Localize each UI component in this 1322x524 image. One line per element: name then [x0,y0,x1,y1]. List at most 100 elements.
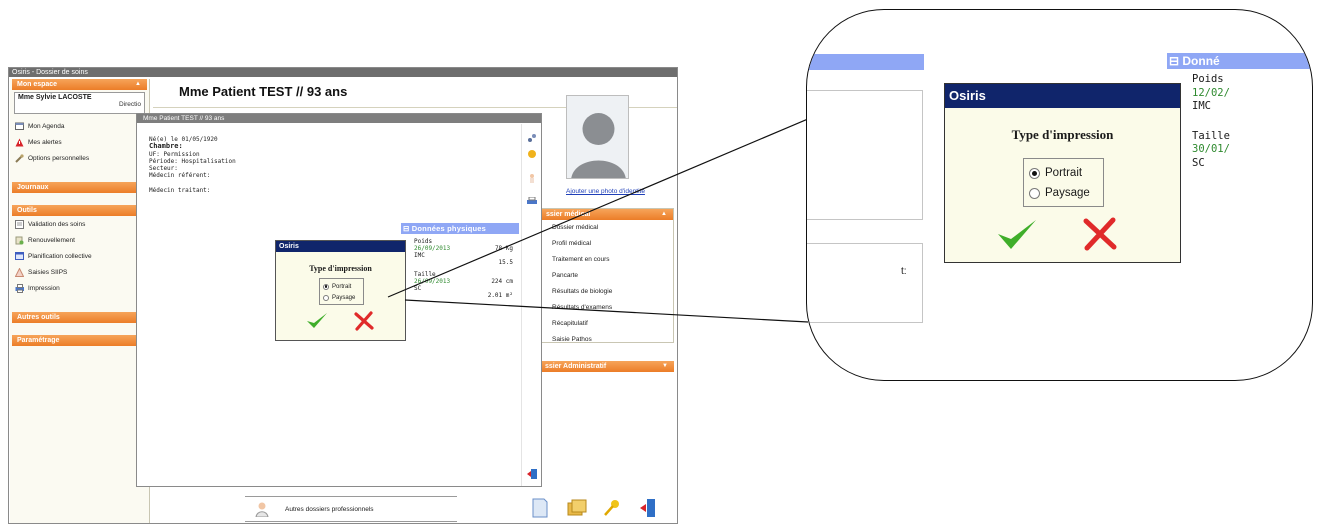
section-label: Outils [17,207,37,214]
menu-item[interactable]: Dossier médical [540,220,673,236]
menu-item[interactable]: Résultats d'examens [540,300,673,316]
zoom-poids-date: 12/02/ [1192,86,1230,99]
sidebar-item-validation[interactable]: Validation des soins [10,216,149,232]
sidebar-item-renouvellement[interactable]: Renouvellement [10,232,149,248]
sidebar-item-impression[interactable]: Impression [10,280,149,296]
sidebar-item-label: Options personnelles [28,154,90,162]
sidebar-item-options[interactable]: Options personnelles [10,150,149,166]
print-type-dialog: Osiris Type d'impression Portrait Paysag… [275,240,406,341]
section-label: Autres outils [17,314,60,321]
sidebar-section-outils[interactable]: Outils [12,205,147,216]
sidebar-section-journaux[interactable]: Journaux [12,182,147,193]
periode-label: Période: Hospitalisation [149,157,236,165]
radio-label: Portrait [1045,167,1083,179]
donnees-physiques-header[interactable]: ⊟ Données physiques [401,223,519,234]
zoom-imc-label: IMC [1192,100,1211,112]
sidebar-item-planification[interactable]: Planification collective [10,248,149,264]
menu-item[interactable]: Pancarte [540,268,673,284]
add-photo-link[interactable]: Ajouter une photo d'identité [566,188,645,195]
taille-value: 224 cm [491,278,513,285]
siips-icon [15,267,24,277]
dialog-heading: Type d'impression [309,264,372,273]
panel-title: Donné [1182,54,1220,68]
menu-item[interactable]: Saisie Pathos [540,332,673,348]
zoom-taille-date: 30/01/ [1192,143,1230,155]
exit-door-icon[interactable] [527,466,537,479]
imc-label: IMC [414,252,425,259]
user-name: Mme Sylvie LACOSTE [18,94,92,101]
dossier-medical-panel: ssier médical ▲ Dossier médical Profil m… [539,208,674,343]
poids-date: 26/09/2013 [414,245,451,252]
sc-value-row: 2.01 m² [401,292,519,299]
radio-portrait[interactable]: Portrait [1029,163,1098,183]
note-icon[interactable] [531,498,549,518]
coin-icon[interactable] [527,146,537,158]
printer-icon [15,283,24,293]
key-icon[interactable] [603,498,621,518]
radio-unchecked-icon [323,294,329,301]
sidebar-item-label: Mes alertes [28,138,62,146]
radio-checked-icon [323,283,329,290]
section-label: Paramétrage [17,337,60,344]
folders-icon[interactable] [567,498,587,518]
taille-value-row: 26/09/2013 224 cm [401,278,519,285]
sidebar-section-parametrage[interactable]: Paramétrage [12,335,147,346]
doctor-icon [255,502,269,517]
radio-paysage[interactable]: Paysage [1029,183,1098,203]
sidebar-item-label: Planification collective [28,252,92,260]
sidebar-item-alertes[interactable]: Mes alertes [10,134,149,150]
secteur-label: Secteur: [149,165,178,173]
poids-label: Poids [414,238,433,245]
cross-icon[interactable] [354,311,374,331]
zoom-sc-label: SC [1192,156,1205,169]
print-type-dialog-zoomed: Osiris Type d'impression Portrait Paysag… [944,83,1181,263]
orientation-group: Portrait Paysage [319,278,364,305]
medecin-referent-label: Médecin référent: [149,172,211,180]
renew-icon [15,236,24,245]
sidebar-item-label: Mon Agenda [28,122,65,130]
checkmark-icon[interactable] [306,312,328,330]
patient-info: Né(e) le 01/05/1920 Chambre: UF: Permiss… [149,136,236,194]
printer-icon[interactable] [527,194,537,204]
medecin-traitant-label: Médecin traitant: [149,186,211,194]
sc-row: SC [401,285,519,292]
sidebar-section-mon-espace[interactable]: Mon espace ▲ [12,79,147,90]
zoom-phys-header: ⊟ Donné [1167,53,1312,69]
radio-paysage[interactable]: Paysage [323,292,360,303]
section-label: Journaux [17,184,49,191]
checkmark-icon[interactable] [997,219,1037,251]
background-text: t: [901,266,907,277]
autres-dossiers-button[interactable]: Autres dossiers professionnels [245,496,457,522]
radio-label: Paysage [332,294,356,301]
page-title: Mme Patient TEST // 93 ans [179,84,348,99]
exit-door-icon[interactable] [639,498,657,518]
uf-label: UF: Permission [149,150,200,158]
menu-item[interactable]: Traitement en cours [540,252,673,268]
dossier-admin-header[interactable]: ssier Administratif ▼ [539,361,674,372]
orientation-group: Portrait Paysage [1023,158,1104,207]
user-card: Mme Sylvie LACOSTE Directio [14,92,145,114]
panel-title: Données physiques [411,224,487,233]
imc-row: IMC [401,252,519,259]
radio-portrait[interactable]: Portrait [323,281,360,292]
sidebar-item-label: Validation des soins [28,220,86,228]
person-icon[interactable] [527,170,537,183]
menu-item[interactable]: Profil médical [540,236,673,252]
chambre-label: Chambre: [149,142,183,151]
menu-item[interactable]: Résultats de biologie [540,284,673,300]
imc-value: 15.5 [498,259,513,266]
zoom-poids-label: Poids [1192,73,1224,85]
dialog-title: Osiris [276,241,405,252]
dossier-medical-header[interactable]: ssier médical ▲ [540,209,673,220]
sidebar-item-agenda[interactable]: Mon Agenda [10,118,149,134]
dialog-title: Osiris [945,84,1180,108]
patient-window-title: Mme Patient TEST // 93 ans [137,114,541,123]
zoom-donnees-physiques: ⊟ Donné Poids 12/02/ IMC Taille 30/01/ S… [1167,53,1312,170]
network-icon[interactable] [527,130,537,142]
cross-icon[interactable] [1082,217,1118,251]
sidebar-item-label: Renouvellement [28,236,75,244]
wrench-icon [15,153,24,163]
menu-item[interactable]: Récapitulatif [540,316,673,332]
sidebar-section-autres-outils[interactable]: Autres outils [12,312,147,323]
sidebar-item-siips[interactable]: Saisies SIIPS [10,264,149,280]
